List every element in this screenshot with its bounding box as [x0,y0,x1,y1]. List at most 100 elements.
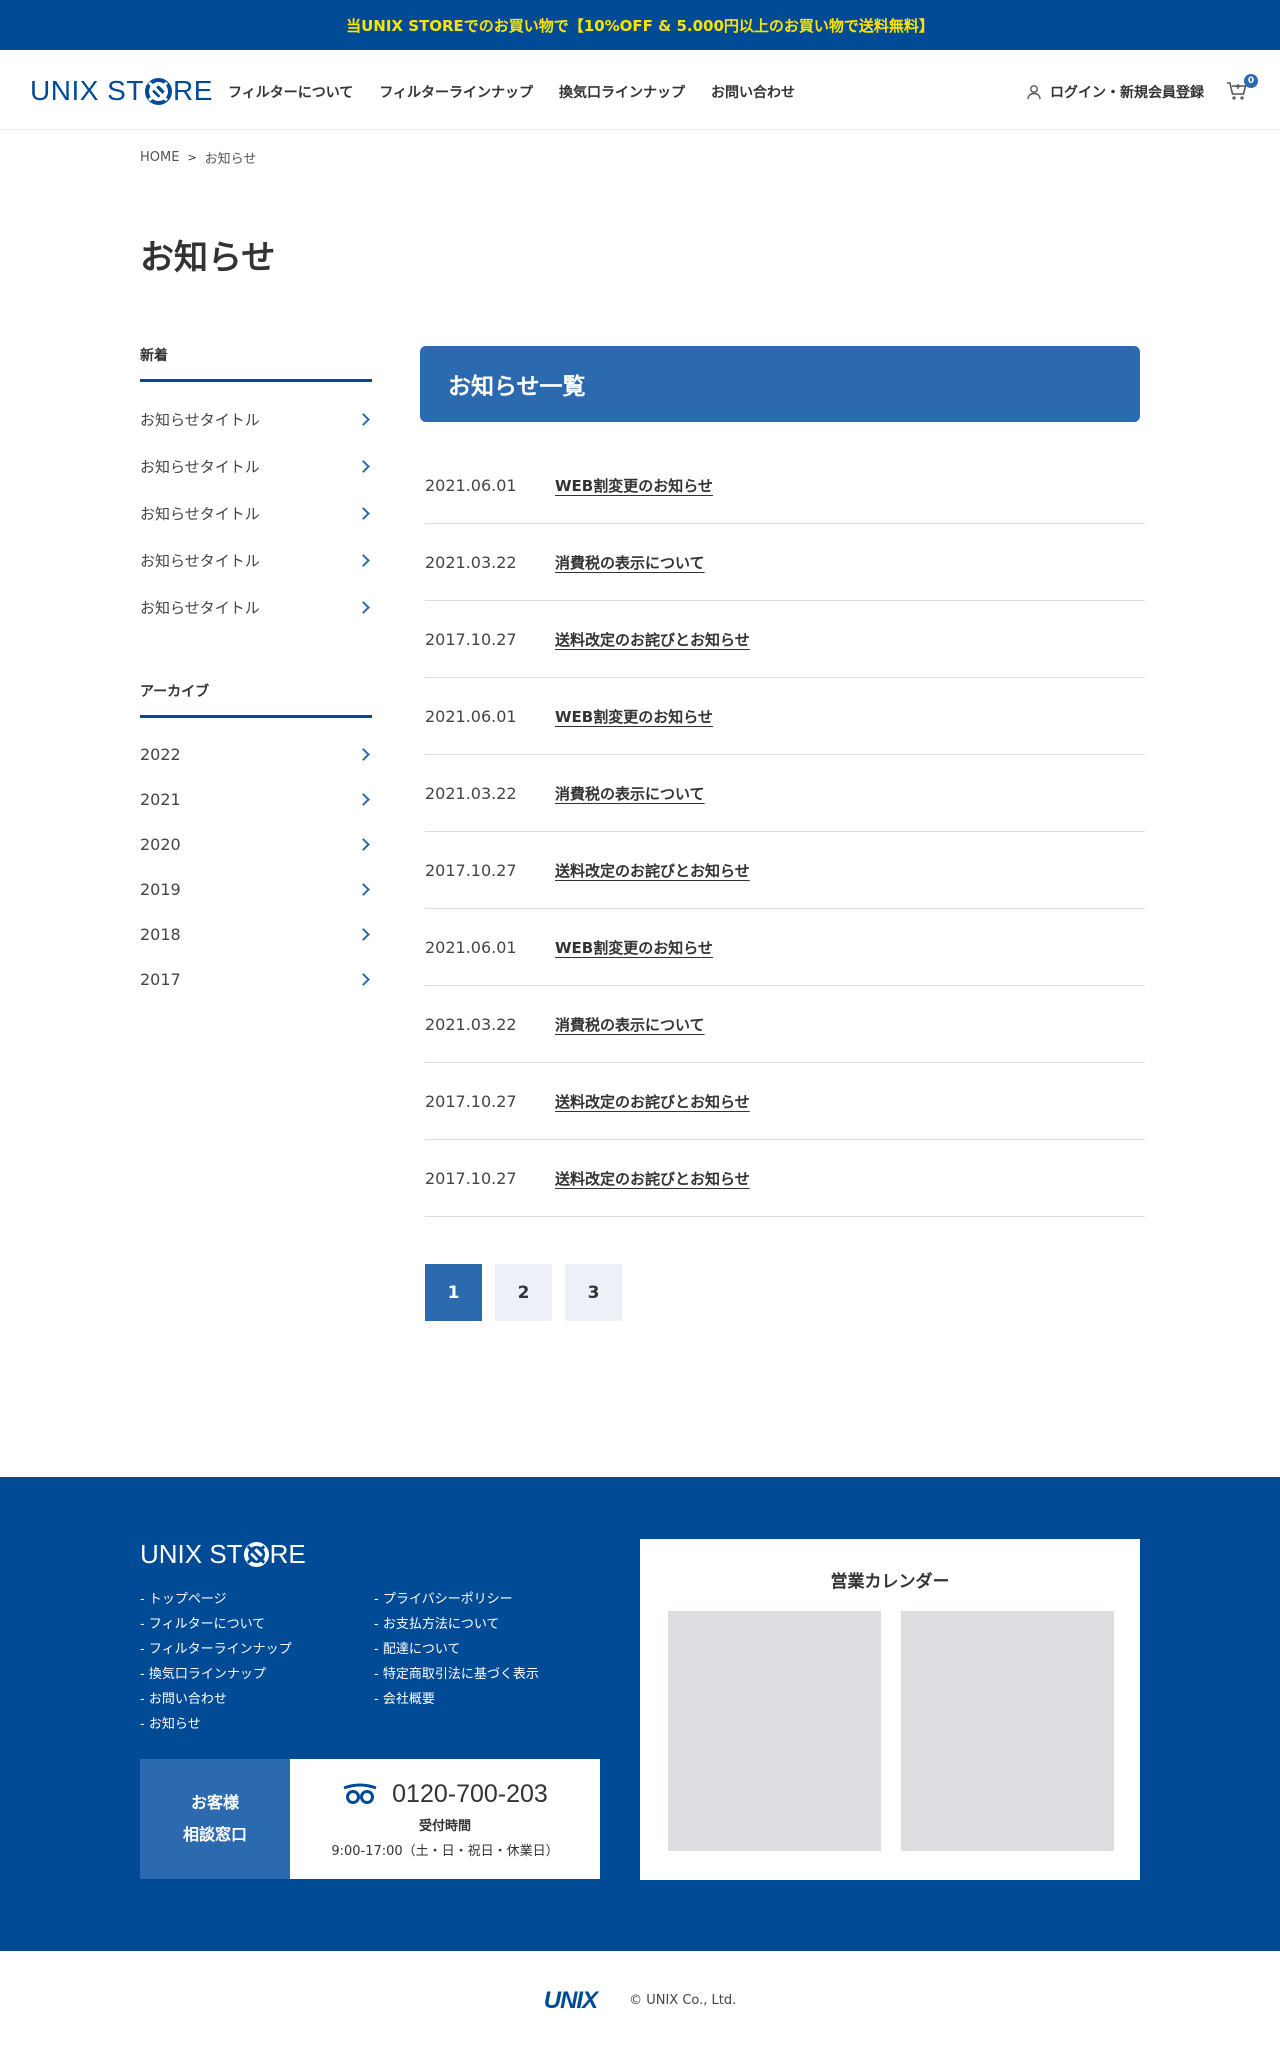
sidebar-archive-item-2020[interactable]: 2020 [140,822,372,867]
news-item: 2021.06.01 WEB割変更のお知らせ [425,909,1145,986]
footer-links-secondary: - プライバシーポリシー - お支払方法について - 配達について - 特定商取… [374,1585,539,1710]
sidebar-recent-item[interactable]: お知らせタイトル [140,490,372,537]
promo-banner: 当UNIX STOREでのお買い物で【10%OFF & 5.000円以上のお買い… [0,0,1280,50]
sidebar-recent-item-label: お知らせタイトル [140,505,260,523]
sidebar-recent-item[interactable]: お知らせタイトル [140,396,372,443]
news-title-link[interactable]: 送料改定のお詫びとお知らせ [555,1091,750,1112]
sidebar-archive-item-label: 2019 [140,880,181,899]
contact-label-line1: お客様 [190,1793,239,1812]
news-date: 2021.06.01 [425,475,517,495]
footer-link-privacy[interactable]: - プライバシーポリシー [374,1585,539,1610]
news-item: 2017.10.27 送料改定のお詫びとお知らせ [425,1140,1145,1217]
site-footer: UNIX ST RE - トップページ - フィルターについて - フィルターライ… [0,1477,1280,1951]
sidebar-archive: アーカイブ 2022 2021 2020 2019 2018 2017 [140,681,372,1002]
chevron-right-icon [357,748,370,761]
news-date: 2021.06.01 [425,937,517,957]
news-item: 2021.06.01 WEB割変更のお知らせ [425,447,1145,524]
footer-link-delivery[interactable]: - 配達について [374,1635,539,1660]
login-label: ログイン・新規会員登録 [1050,85,1204,101]
news-title-link[interactable]: 消費税の表示について [555,1014,705,1035]
sidebar-archive-item-2019[interactable]: 2019 [140,867,372,912]
sidebar-recent-item[interactable]: お知らせタイトル [140,537,372,584]
logo-o-mark-icon [144,77,172,105]
cart-count-badge: 0 [1244,74,1258,88]
news-list-heading: お知らせ一覧 [420,346,1140,422]
hours-value: 9:00-17:00（土・日・祝日・休業日） [331,1843,559,1859]
page-title: お知らせ [140,238,276,278]
sidebar-recent-item[interactable]: お知らせタイトル [140,443,372,490]
nav-vent-lineup[interactable]: 換気口ラインナップ [559,82,685,102]
page-button-1[interactable]: 1 [425,1264,482,1321]
news-title-link[interactable]: WEB割変更のお知らせ [555,475,713,496]
login-link[interactable]: ログイン・新規会員登録 [1026,82,1204,102]
promo-banner-text: 当UNIX STOREでのお買い物で【10%OFF & 5.000円以上のお買い… [346,16,934,35]
sidebar-archive-item-2018[interactable]: 2018 [140,912,372,957]
contact-label-line2: 相談窓口 [182,1825,247,1844]
sidebar-archive-item-2021[interactable]: 2021 [140,777,372,822]
page-button-3[interactable]: 3 [565,1264,622,1321]
news-item: 2017.10.27 送料改定のお詫びとお知らせ [425,601,1145,678]
unix-brand-logo: UNIX [543,1986,598,2014]
logo-text-start: UNIX ST [30,75,144,106]
breadcrumb-home[interactable]: HOME [140,150,179,165]
news-date: 2021.03.22 [425,783,517,803]
footer-link-vent-lineup[interactable]: - 換気口ラインナップ [140,1660,292,1685]
business-calendar: 営業カレンダー [640,1539,1140,1880]
page-button-2[interactable]: 2 [495,1264,552,1321]
footer-links-primary: - トップページ - フィルターについて - フィルターラインナップ - 換気口… [140,1585,292,1735]
sidebar: 新着 お知らせタイトル お知らせタイトル お知らせタイトル お知らせタイトル お… [140,345,372,1002]
footer-link-company[interactable]: - 会社概要 [374,1685,539,1710]
footer-link-filter-lineup[interactable]: - フィルターラインナップ [140,1635,292,1660]
calendar-title: 営業カレンダー [830,1572,950,1592]
news-title-link[interactable]: 送料改定のお詫びとお知らせ [555,629,750,650]
footer-link-filter-about[interactable]: - フィルターについて [140,1610,292,1635]
news-date: 2017.10.27 [425,1168,517,1188]
copyright-text: © UNIX Co., Ltd. [629,1993,737,2008]
chevron-right-icon [357,928,370,941]
nav-filter-lineup[interactable]: フィルターラインナップ [379,82,533,102]
user-icon [1027,85,1041,100]
tel-row: 0120-700-203 [342,1780,548,1809]
chevron-right-icon [357,793,370,806]
footer-logo-o-mark-icon [243,1542,269,1567]
news-list-heading-text: お知らせ一覧 [448,374,586,400]
news-date: 2021.06.01 [425,706,517,726]
chevron-right-icon [357,883,370,896]
footer-link-tokushoho[interactable]: - 特定商取引法に基づく表示 [374,1660,539,1685]
news-date: 2017.10.27 [425,1091,517,1111]
footer-link-top[interactable]: - トップページ [140,1585,292,1610]
footer-logo-text-end: RE [269,1539,306,1569]
cart-button[interactable]: 0 [1226,74,1258,104]
tel-number[interactable]: 0120-700-203 [392,1780,548,1809]
copyright-bar: UNIX © UNIX Co., Ltd. [0,1951,1280,2050]
news-title-link[interactable]: WEB割変更のお知らせ [555,706,713,727]
news-title-link[interactable]: 送料改定のお詫びとお知らせ [555,1168,750,1189]
sidebar-archive-item-label: 2018 [140,925,181,944]
freedial-icon [343,1783,377,1804]
sidebar-archive-item-2022[interactable]: 2022 [140,732,372,777]
news-title-link[interactable]: 消費税の表示について [555,552,705,573]
news-title-link[interactable]: WEB割変更のお知らせ [555,937,713,958]
sidebar-recent-item-label: お知らせタイトル [140,411,260,429]
contact-box: お客様 相談窓口 0120-700-203 受付時間 9:00-17:00（土・… [140,1759,600,1879]
sidebar-recent-item[interactable]: お知らせタイトル [140,584,372,631]
news-item: 2021.03.22 消費税の表示について [425,755,1145,832]
footer-link-payment[interactable]: - お支払方法について [374,1610,539,1635]
news-item: 2017.10.27 送料改定のお詫びとお知らせ [425,832,1145,909]
footer-link-contact[interactable]: - お問い合わせ [140,1685,292,1710]
footer-logo[interactable]: UNIX ST RE [140,1539,306,1570]
footer-link-news[interactable]: - お知らせ [140,1710,292,1735]
nav-contact[interactable]: お問い合わせ [711,82,795,102]
sidebar-archive-item-label: 2021 [140,790,181,809]
nav-filter-about[interactable]: フィルターについて [228,82,353,102]
calendar-month-next [901,1611,1114,1851]
site-logo[interactable]: UNIX ST RE [30,74,213,108]
main-nav: フィルターについて フィルターラインナップ 換気口ラインナップ お問い合わせ [228,82,795,102]
news-title-link[interactable]: 送料改定のお詫びとお知らせ [555,860,750,881]
pagination: 1 2 3 [425,1264,622,1321]
sidebar-archive-item-2017[interactable]: 2017 [140,957,372,1002]
sidebar-recent-item-label: お知らせタイトル [140,599,260,617]
chevron-right-icon [357,413,370,426]
sidebar-recent-item-label: お知らせタイトル [140,552,260,570]
news-title-link[interactable]: 消費税の表示について [555,783,705,804]
